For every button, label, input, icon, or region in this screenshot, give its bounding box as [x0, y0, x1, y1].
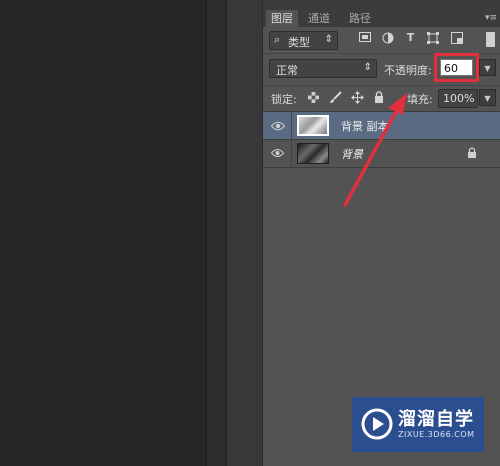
watermark-url: ZIXUE.3D66.COM — [398, 430, 475, 439]
play-logo-icon — [361, 408, 393, 440]
watermark-title: 溜溜自学 — [398, 409, 474, 430]
watermark-badge: 溜溜自学 ZIXUE.3D66.COM — [352, 397, 484, 452]
